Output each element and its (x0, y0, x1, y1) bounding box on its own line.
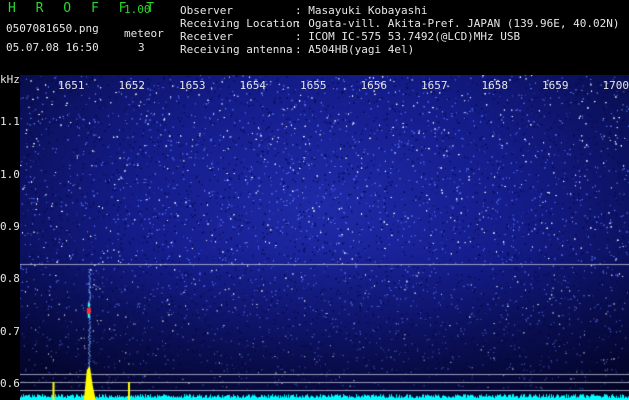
receiver-label: Receiver (180, 30, 233, 43)
x-tick-label: 1656 (360, 79, 388, 92)
x-tick-label: 1653 (179, 79, 206, 92)
y-axis-unit-label: kHz (0, 73, 20, 86)
y-tick-label: 1.0 (0, 167, 20, 181)
location-value: : Ogata-vill. Akita-Pref. JAPAN (139.96E… (295, 17, 620, 30)
observer-label: Observer (180, 4, 233, 17)
y-tick-label: 0.6 (0, 377, 20, 391)
meteor-count-value: 3 (138, 41, 145, 54)
file-name: 0507081650.png (6, 22, 99, 35)
waterfall-spectrogram (20, 75, 629, 400)
x-tick-label: 1659 (542, 79, 569, 92)
x-tick-label: 1658 (481, 79, 509, 92)
observer-value: : Masayuki Kobayashi (295, 4, 428, 17)
location-label: Receiving Location (180, 17, 300, 30)
meteor-count-label: meteor (124, 27, 164, 40)
capture-datetime: 05.07.08 16:50 (6, 41, 99, 54)
y-tick-label: 1.1 (0, 115, 20, 129)
receiver-value: : ICOM IC-575 53.7492(@LCD)MHz USB (295, 30, 521, 43)
x-tick-label: 1657 (421, 79, 448, 92)
antenna-value: : A504HB(yagi 4el) (295, 43, 415, 56)
x-tick-label: 1655 (300, 79, 327, 92)
y-tick-label: 0.7 (0, 324, 20, 338)
app-version: 1.00 (124, 3, 151, 16)
antenna-label: Receiving antenna (180, 43, 293, 56)
x-tick-label: 1651 (58, 79, 85, 92)
x-tick-label: 1652 (118, 79, 146, 92)
y-tick-label: 0.9 (0, 220, 20, 234)
header-panel: H R O F F T 1.00 0507081650.png 05.07.08… (0, 0, 629, 75)
x-tick-label: 1654 (239, 79, 267, 92)
y-tick-label: 0.8 (0, 272, 20, 286)
x-tick-label: 1700 (602, 79, 629, 92)
